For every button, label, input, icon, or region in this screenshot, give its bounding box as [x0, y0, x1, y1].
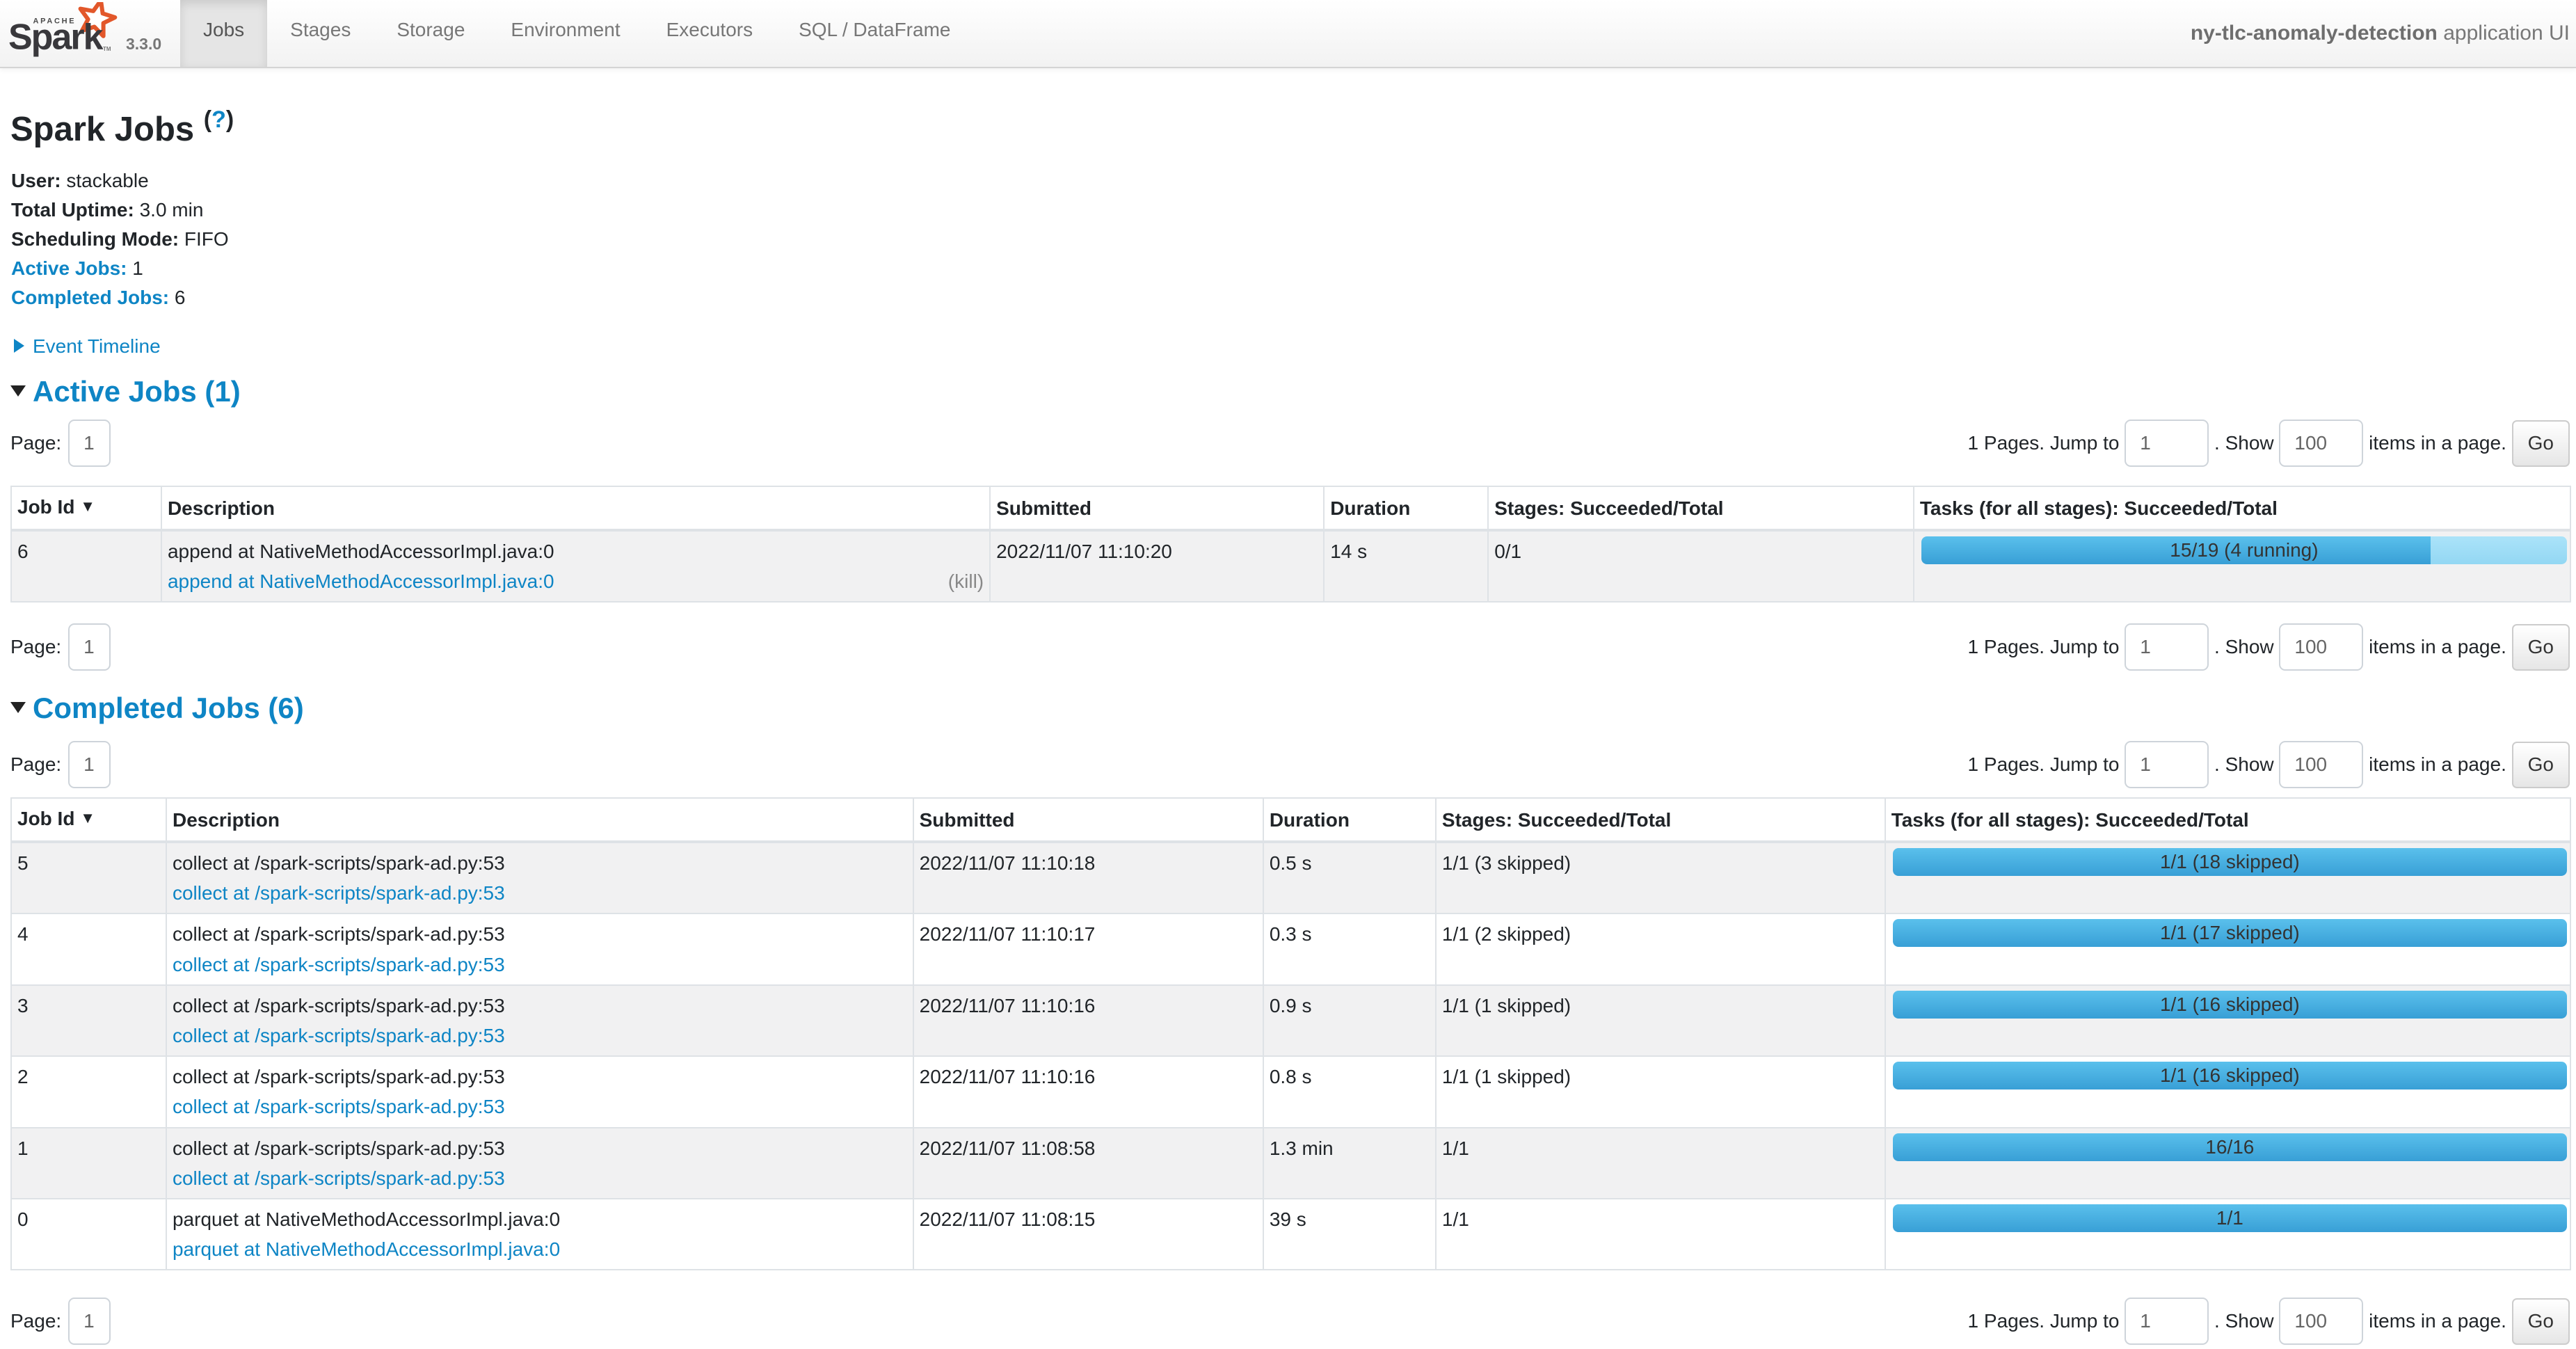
svg-text:TM: TM	[103, 46, 111, 52]
svg-text:Spark: Spark	[8, 17, 104, 58]
